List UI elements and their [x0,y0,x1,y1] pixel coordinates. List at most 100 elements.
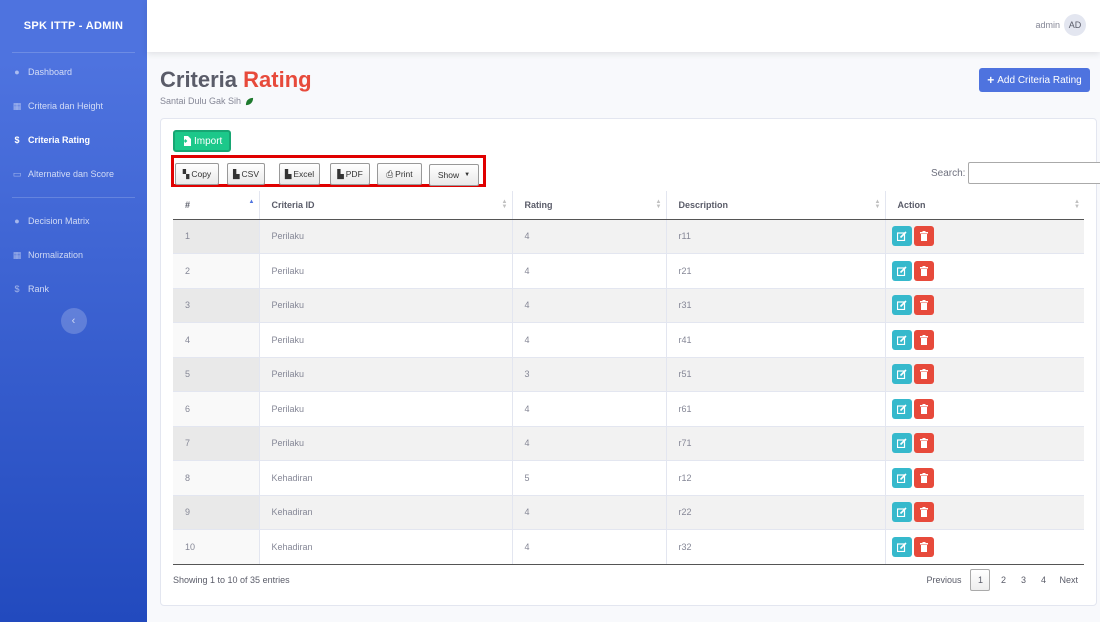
add-button-label: Add Criteria Rating [997,74,1082,86]
import-button[interactable]: Import [173,130,232,152]
delete-button[interactable] [913,329,934,350]
action-cell [885,425,1084,461]
page-title-accent: Rating [243,67,312,92]
criteria-id-cell: Perilaku [259,253,513,288]
next-page-button[interactable]: Next [1053,569,1084,591]
description-cell: r61 [666,391,886,426]
rating-cell: 5 [512,460,667,495]
action-cell [885,356,1084,392]
trash-icon [919,438,928,449]
print-button[interactable]: ⎙ Print [377,163,422,185]
row-number-cell: 7 [173,425,260,461]
print-label: Print [395,169,413,179]
sidebar-item-normalization[interactable]: ▦ Normalization [0,238,147,272]
sort-asc-icon: ▲ [248,199,255,205]
file-pdf-icon: ▙ [337,168,344,179]
user-menu[interactable]: admin AD [1035,14,1086,36]
edit-button[interactable] [891,295,912,316]
add-criteria-rating-button[interactable]: + Add Criteria Rating [979,68,1090,92]
edit-icon [896,266,907,276]
import-label: Import [194,135,223,147]
delete-button[interactable] [913,502,934,523]
column-header-description[interactable]: Description ▲ ▼ [666,191,886,220]
edit-button[interactable] [891,536,912,557]
csv-label: CSV [241,169,260,179]
column-header-num[interactable]: # ▲ [173,191,260,220]
show-entries-button[interactable]: Show ▼ [429,164,479,186]
sidebar-item-rank[interactable]: $ Rank [0,272,147,306]
sidebar-divider [12,52,135,53]
pdf-button[interactable]: ▙ PDF [330,163,370,185]
trash-icon [919,403,928,414]
sidebar-item-label: Decision Matrix [28,216,90,226]
excel-button[interactable]: ▙ Excel [279,163,320,185]
sidebar: SPK ITTP - ADMIN ● Dashboard ▦ Criteria … [0,0,147,622]
delete-button[interactable] [913,467,934,488]
criteria-id-cell: Perilaku [259,218,513,254]
copy-button[interactable]: ▚ Copy [175,163,219,185]
id-card-icon: ▭ [12,168,22,179]
csv-button[interactable]: ▙ CSV [227,163,265,185]
page-button-3[interactable]: 3 [1013,569,1033,591]
delete-button[interactable] [913,433,934,454]
row-number-cell: 8 [173,460,260,495]
edit-button[interactable] [891,467,912,488]
delete-button[interactable] [913,364,934,385]
criteria-id-cell: Kehadiran [259,460,513,495]
criteria-rating-table: # ▲ Criteria ID ▲ ▼ Rating ▲ ▼ Description… [173,191,1084,565]
row-number-cell: 6 [173,391,260,426]
trash-icon [919,507,928,518]
delete-button[interactable] [913,536,934,557]
edit-button[interactable] [891,398,912,419]
sidebar-item-label: Criteria Rating [28,135,91,145]
column-header-criteria[interactable]: Criteria ID ▲ ▼ [259,191,513,220]
edit-button[interactable] [891,260,912,281]
sidebar-item-dashboard[interactable]: ● Dashboard [0,55,147,89]
edit-button[interactable] [891,226,912,247]
edit-icon [896,473,907,483]
sidebar-item-criteria-rating[interactable]: $ Criteria Rating [0,123,147,157]
edit-button[interactable] [891,329,912,350]
delete-button[interactable] [913,260,934,281]
topbar: admin AD [147,0,1100,52]
action-cell [885,253,1084,288]
row-number-cell: 9 [173,494,260,530]
sidebar-item-decision-matrix[interactable]: ● Decision Matrix [0,204,147,238]
edit-button[interactable] [891,433,912,454]
edit-button[interactable] [891,364,912,385]
page-button-1[interactable]: 1 [970,569,991,591]
rating-cell: 4 [512,253,667,288]
description-cell: r11 [666,218,886,254]
show-label: Show [437,170,460,180]
excel-label: Excel [293,169,315,179]
edit-button[interactable] [891,502,912,523]
pagination: Previous 1 2 3 4 Next [920,569,1084,591]
file-csv-icon: ▙ [232,168,240,179]
plus-icon: + [987,73,995,87]
table-row: 3 Perilaku 4 r31 [173,287,1084,323]
column-header-rating[interactable]: Rating ▲ ▼ [512,191,667,220]
sidebar-item-label: Normalization [28,250,84,260]
trash-icon [919,334,928,345]
rating-cell: 4 [512,322,667,357]
previous-page-button[interactable]: Previous [920,569,967,591]
sidebar-item-criteria-dan-height[interactable]: ▦ Criteria dan Height [0,89,147,123]
table-row: 6 Perilaku 4 r61 [173,391,1084,426]
column-header-action[interactable]: Action ▲ ▼ [885,191,1084,220]
rating-cell: 4 [512,529,667,565]
edit-icon [896,369,907,380]
avatar: AD [1064,14,1086,36]
action-cell [885,391,1084,426]
delete-button[interactable] [913,226,934,247]
sidebar-item-alternative-dan-score[interactable]: ▭ Alternative dan Score [0,157,147,191]
edit-icon [896,507,907,518]
page-button-4[interactable]: 4 [1033,569,1053,591]
brand-title[interactable]: SPK ITTP - ADMIN [0,0,147,52]
sidebar-toggle-button[interactable]: ‹ [60,308,87,334]
page-button-2[interactable]: 2 [993,569,1013,591]
delete-button[interactable] [913,398,934,419]
search-input[interactable] [968,162,1100,184]
delete-button[interactable] [913,295,934,316]
table-row: 10 Kehadiran 4 r32 [173,529,1084,565]
action-cell [885,322,1084,357]
